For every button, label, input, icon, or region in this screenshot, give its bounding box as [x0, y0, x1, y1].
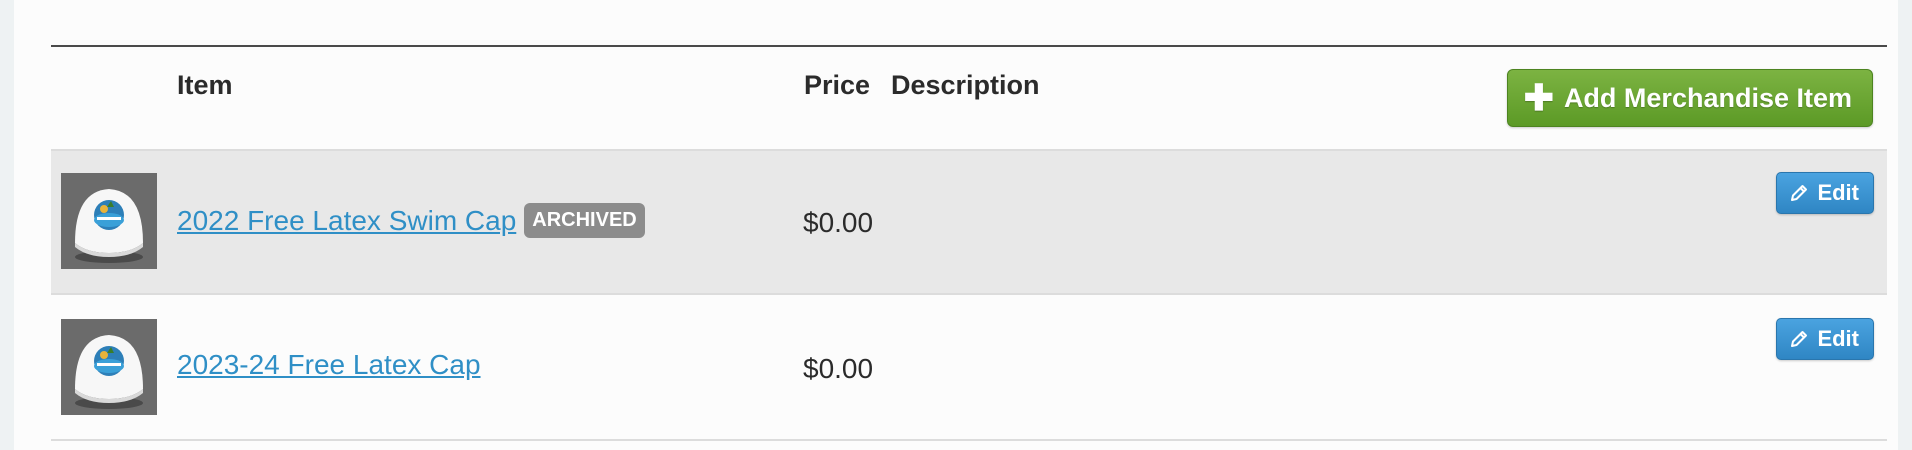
column-header-description: Description [891, 70, 1040, 100]
swim-cap-image [61, 319, 157, 415]
merchandise-table: Item Price Description ✚ Add Merchandise… [51, 45, 1887, 441]
column-header-item: Item [177, 70, 233, 100]
add-merchandise-item-label: Add Merchandise Item [1563, 82, 1852, 113]
item-name-link[interactable]: 2023-24 Free Latex Cap [177, 349, 481, 381]
pencil-icon [1789, 183, 1809, 203]
table-row: 2022 Free Latex Swim Cap ARCHIVED $0.00 … [51, 151, 1887, 295]
edit-button[interactable]: Edit [1776, 172, 1874, 214]
column-header-price: Price [804, 70, 871, 100]
edit-label: Edit [1817, 180, 1859, 205]
item-price: $0.00 [803, 353, 874, 384]
swim-cap-thumbnail [61, 319, 157, 415]
swim-cap-thumbnail [61, 173, 157, 269]
pencil-icon [1789, 329, 1809, 349]
item-price: $0.00 [803, 207, 874, 238]
edit-button[interactable]: Edit [1776, 318, 1874, 360]
add-merchandise-item-button[interactable]: ✚ Add Merchandise Item [1506, 69, 1873, 127]
merchandise-panel: Item Price Description ✚ Add Merchandise… [14, 0, 1898, 450]
archived-badge: ARCHIVED [524, 203, 645, 238]
table-row: 2023-24 Free Latex Cap $0.00 Edit [51, 297, 1887, 441]
item-cell: 2022 Free Latex Swim Cap ARCHIVED [177, 203, 645, 238]
item-cell: 2023-24 Free Latex Cap [177, 349, 481, 381]
plus-icon: ✚ [1523, 77, 1554, 118]
swim-cap-image [61, 173, 157, 269]
table-header-row: Item Price Description ✚ Add Merchandise… [51, 47, 1887, 151]
item-name-link[interactable]: 2022 Free Latex Swim Cap [177, 205, 516, 237]
edit-label: Edit [1817, 326, 1859, 351]
